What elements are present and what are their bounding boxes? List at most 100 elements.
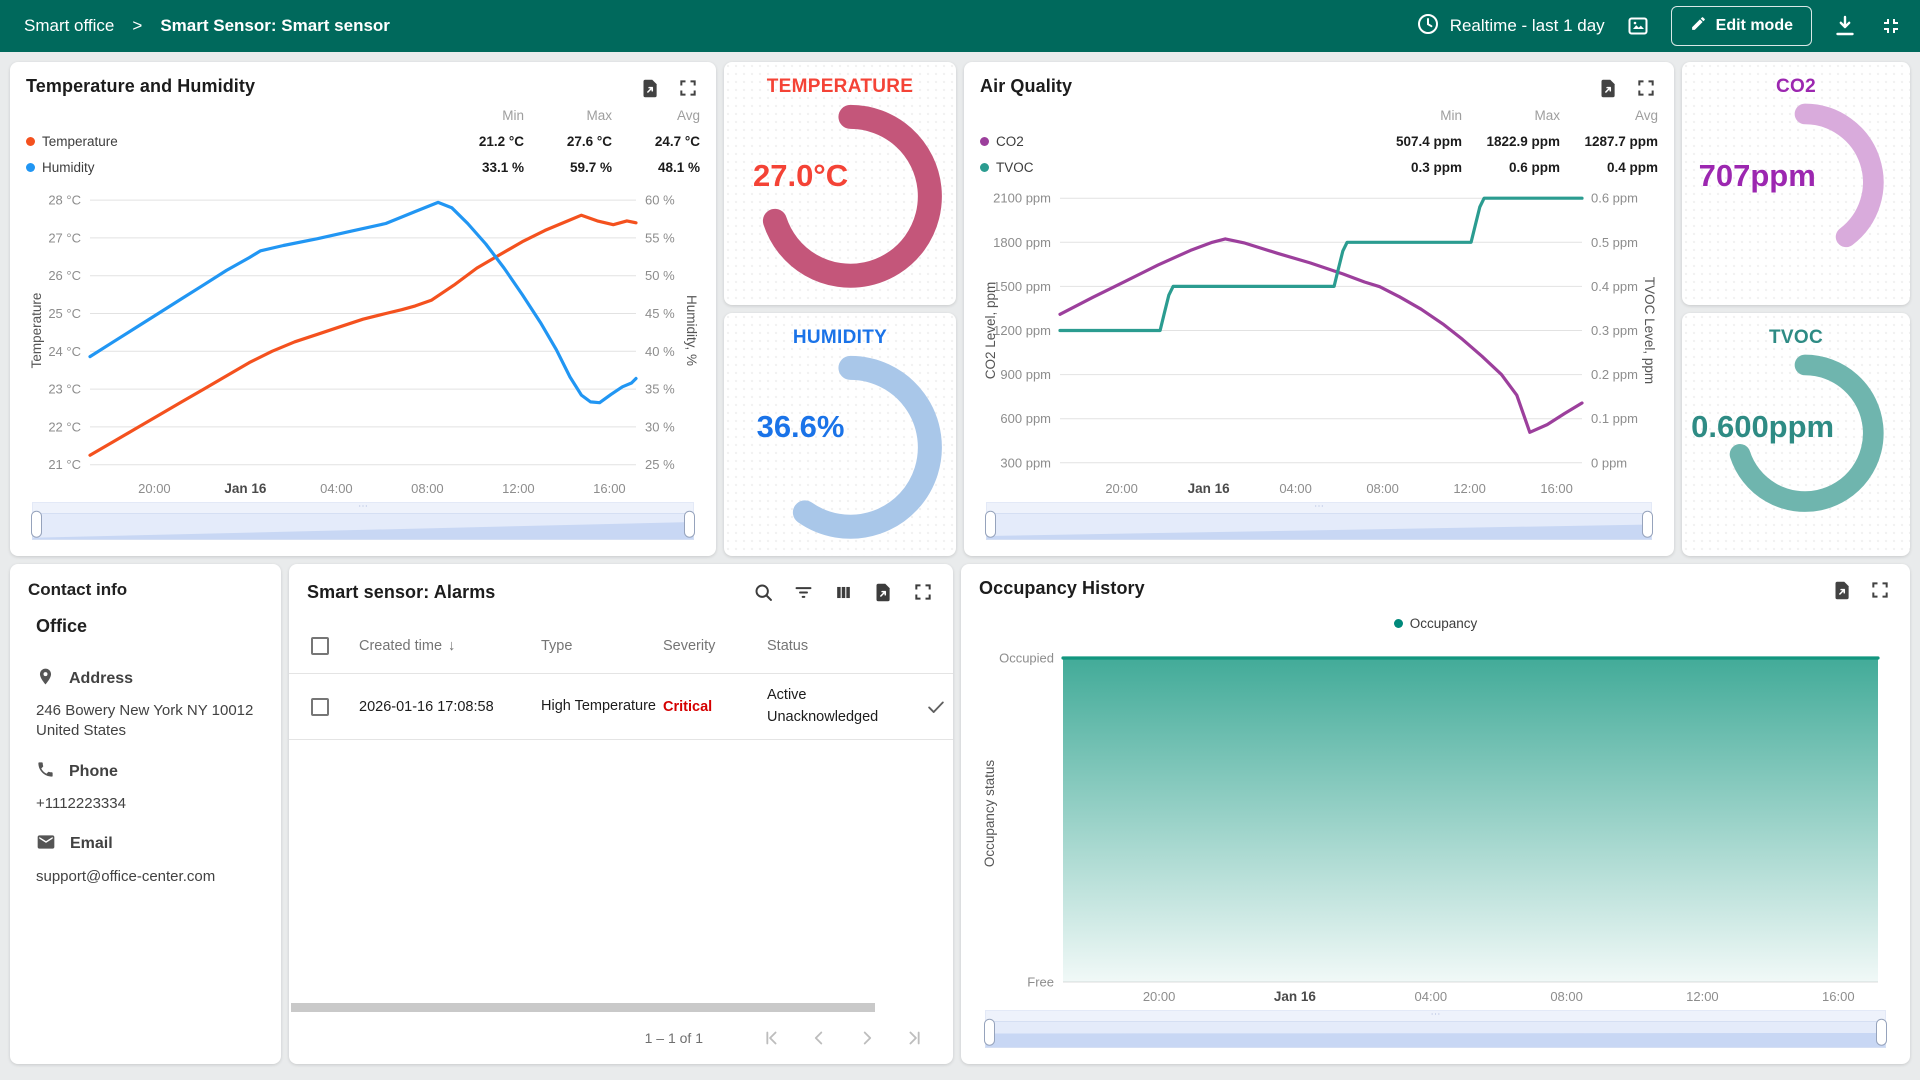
time-range-button[interactable]: Realtime - last 1 day (1416, 12, 1605, 41)
last-page-button[interactable] (895, 1018, 935, 1058)
download-icon[interactable] (1832, 13, 1858, 39)
gauge-title: HUMIDITY (724, 327, 956, 349)
legend-temperature[interactable]: Temperature (26, 134, 444, 149)
horizontal-scrollbar[interactable] (291, 1003, 875, 1012)
svg-text:26 °C: 26 °C (48, 268, 81, 283)
email-label: Email (70, 835, 113, 853)
svg-text:0.3 ppm: 0.3 ppm (1591, 323, 1638, 338)
time-navigator[interactable] (986, 502, 1652, 540)
navigator-left-handle[interactable] (31, 511, 42, 538)
svg-text:20:00: 20:00 (1105, 481, 1138, 496)
navigator-right-handle[interactable] (1642, 511, 1653, 538)
humidity-gauge-arc (724, 347, 956, 556)
edit-mode-button[interactable]: Edit mode (1671, 6, 1812, 46)
fullscreen-icon[interactable] (1634, 76, 1658, 100)
filter-icon[interactable] (791, 580, 815, 604)
time-navigator[interactable] (985, 1010, 1886, 1048)
fullscreen-icon[interactable] (1868, 578, 1892, 602)
legend-humidity[interactable]: Humidity (26, 160, 444, 175)
search-icon[interactable] (751, 580, 775, 604)
svg-text:0.2 ppm: 0.2 ppm (1591, 367, 1638, 382)
fullscreen-icon[interactable] (676, 76, 700, 100)
temp-humidity-card: Temperature and Humidity Min Max Avg (10, 62, 716, 556)
legend-co2[interactable]: CO2 (980, 134, 1370, 149)
svg-text:16:00: 16:00 (593, 481, 626, 496)
gauge-title: CO2 (1682, 76, 1910, 98)
navigator-left-handle[interactable] (985, 511, 996, 538)
row-checkbox[interactable] (311, 698, 329, 716)
time-range-label: Realtime - last 1 day (1450, 16, 1605, 36)
svg-text:30 %: 30 % (645, 419, 675, 434)
svg-text:0.4 ppm: 0.4 ppm (1591, 279, 1638, 294)
edit-mode-label: Edit mode (1716, 17, 1793, 35)
address-value: 246 Bowery New York NY 10012 United Stat… (36, 701, 263, 742)
temperature-gauge-card: TEMPERATURE 27.0°C (724, 62, 956, 305)
legend-tvoc[interactable]: TVOC (980, 160, 1370, 175)
card-title: Air Quality (980, 76, 1072, 97)
svg-text:0.1 ppm: 0.1 ppm (1591, 411, 1638, 426)
svg-text:2100 ppm: 2100 ppm (993, 191, 1051, 206)
time-navigator[interactable] (32, 502, 694, 540)
svg-text:12:00: 12:00 (502, 481, 535, 496)
gauge-title: TEMPERATURE (724, 76, 956, 98)
column-type: Type (541, 638, 663, 654)
svg-text:27 °C: 27 °C (48, 230, 81, 245)
svg-text:1200 ppm: 1200 ppm (993, 323, 1051, 338)
previous-page-button[interactable] (799, 1018, 839, 1058)
svg-text:Occupancy status: Occupancy status (982, 760, 997, 868)
navigator-right-handle[interactable] (684, 511, 695, 538)
occupancy-dot (1394, 619, 1403, 628)
svg-text:16:00: 16:00 (1540, 481, 1573, 496)
select-all-checkbox[interactable] (311, 637, 329, 655)
svg-text:45 %: 45 % (645, 306, 675, 321)
svg-text:20:00: 20:00 (138, 481, 171, 496)
svg-text:Humidity, %: Humidity, % (684, 295, 699, 366)
svg-text:25 %: 25 % (645, 457, 675, 472)
phone-value: +1112223334 (36, 794, 263, 814)
sort-created-time[interactable]: Created time ↓ (359, 638, 541, 654)
next-page-button[interactable] (847, 1018, 887, 1058)
export-icon[interactable] (1596, 76, 1620, 100)
alarm-row[interactable]: 2026-01-16 17:08:58 High Temperature Cri… (289, 674, 953, 740)
alarms-title: Smart sensor: Alarms (307, 582, 495, 603)
svg-text:Occupied: Occupied (999, 651, 1054, 666)
temperature-gauge-value: 27.0°C (733, 158, 868, 194)
acknowledge-button[interactable] (925, 696, 957, 718)
phone-icon (36, 760, 55, 784)
svg-text:28 °C: 28 °C (48, 193, 81, 208)
contact-info-card: Contact info Office Address 246 Bowery N… (10, 564, 281, 1064)
temperature-gauge-arc (724, 96, 956, 305)
breadcrumb: Smart office > Smart Sensor: Smart senso… (24, 16, 390, 36)
occupancy-legend[interactable]: Occupancy (979, 616, 1892, 631)
svg-text:0 ppm: 0 ppm (1591, 455, 1627, 470)
co2-gauge-card: CO2 707ppm (1682, 62, 1910, 305)
co2-dot (980, 137, 989, 146)
series-stats: Min Max Avg Temperature 21.2 °C 27.6 °C … (26, 108, 700, 175)
export-icon[interactable] (638, 76, 662, 100)
occupancy-title: Occupancy History (979, 578, 1145, 599)
navigator-left-handle[interactable] (984, 1019, 995, 1046)
alarm-severity: Critical (663, 699, 767, 715)
svg-text:20:00: 20:00 (1143, 989, 1176, 1004)
svg-text:22 °C: 22 °C (48, 419, 81, 434)
svg-text:23 °C: 23 °C (48, 382, 81, 397)
breadcrumb-root[interactable]: Smart office (24, 16, 114, 36)
contact-title: Contact info (28, 580, 263, 600)
first-page-button[interactable] (751, 1018, 791, 1058)
svg-text:Jan 16: Jan 16 (1274, 989, 1317, 1004)
export-icon[interactable] (871, 580, 895, 604)
tvoc-gauge-card: TVOC 0.600ppm (1682, 313, 1910, 556)
navigator-right-handle[interactable] (1876, 1019, 1887, 1046)
address-label: Address (69, 670, 133, 688)
svg-text:08:00: 08:00 (1366, 481, 1399, 496)
humidity-gauge-card: HUMIDITY 36.6% (724, 313, 956, 556)
gauge-title: TVOC (1682, 327, 1910, 349)
screenshot-icon[interactable] (1625, 13, 1651, 39)
exit-fullscreen-icon[interactable] (1878, 13, 1904, 39)
export-icon[interactable] (1830, 578, 1854, 602)
fullscreen-icon[interactable] (911, 580, 935, 604)
svg-text:21 °C: 21 °C (48, 457, 81, 472)
alarm-created-time: 2026-01-16 17:08:58 (359, 699, 541, 715)
columns-icon[interactable] (831, 580, 855, 604)
svg-text:04:00: 04:00 (320, 481, 353, 496)
